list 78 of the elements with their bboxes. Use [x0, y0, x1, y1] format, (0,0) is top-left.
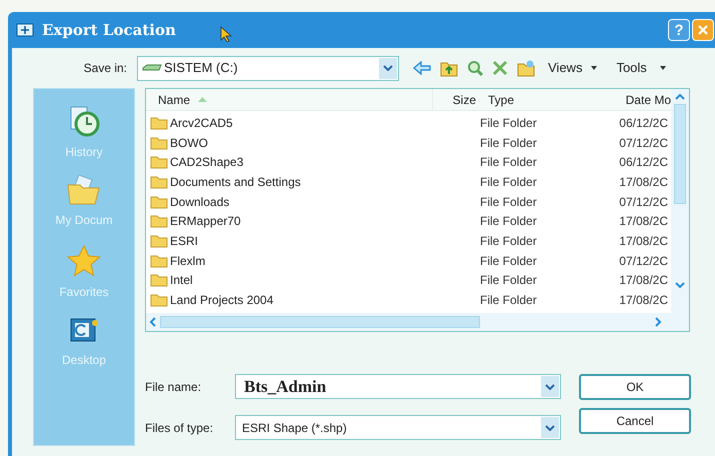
folder-icon: [150, 214, 168, 228]
window-icon: [16, 23, 34, 37]
folder-icon: [67, 175, 101, 205]
dropdown-caret-icon[interactable]: [591, 66, 598, 70]
scroll-down-icon[interactable]: [675, 282, 685, 289]
dialog-button[interactable]: Cancel: [579, 408, 691, 434]
star-icon: [66, 245, 101, 277]
file-type: File Folder: [479, 213, 538, 230]
drive-icon: [142, 63, 162, 73]
file-type-dropdown[interactable]: ESRI Shape (*.shp): [235, 415, 561, 440]
folder-icon: [150, 254, 168, 268]
file-type: File Folder: [479, 134, 538, 152]
folder-icon: [150, 194, 168, 209]
file-name-label: File name:: [145, 378, 202, 396]
file-type: File Folder: [479, 292, 538, 310]
file-name[interactable]: BOWO: [170, 134, 208, 152]
column-header[interactable]: Size: [432, 89, 476, 110]
date-modified: 07/12/2C: [618, 134, 668, 152]
tools-button[interactable]: Tools: [616, 58, 647, 78]
file-type: File Folder: [479, 194, 538, 211]
file-type-label: Files of type:: [145, 420, 214, 436]
views-button[interactable]: Views: [548, 58, 582, 78]
search-icon[interactable]: [467, 60, 483, 76]
file-type: File Folder: [479, 232, 538, 250]
file-name[interactable]: Flexlm: [170, 252, 206, 270]
scroll-thumb[interactable]: [160, 316, 480, 328]
scroll-up-icon[interactable]: [675, 93, 685, 100]
date-modified: 17/08/2C: [618, 292, 668, 310]
date-modified: 06/12/2C: [618, 154, 668, 172]
file-type: File Folder: [479, 272, 538, 290]
file-name[interactable]: Downloads: [170, 192, 230, 211]
date-modified: 07/12/2C: [618, 252, 668, 270]
close-button[interactable]: [692, 19, 714, 41]
file-name[interactable]: CAD2Shape3: [170, 153, 244, 172]
vertical-scrollbar[interactable]: [671, 89, 689, 313]
date-modified: 07/12/2C: [618, 194, 668, 211]
file-type: File Folder: [479, 174, 538, 191]
window-title: Export Location: [42, 20, 176, 41]
clock-icon: [68, 105, 100, 137]
file-name[interactable]: Land Projects 2004: [170, 291, 274, 310]
new-folder-icon[interactable]: [517, 59, 535, 77]
horizontal-scrollbar[interactable]: [146, 313, 689, 331]
folder-icon: [150, 155, 168, 170]
file-name[interactable]: ESRI: [170, 232, 198, 250]
save-in-label: Save in:: [82, 60, 128, 77]
scroll-left-icon[interactable]: [149, 317, 156, 327]
dialog-button[interactable]: OK: [579, 374, 691, 400]
folder-icon: [150, 273, 168, 288]
delete-icon[interactable]: [492, 60, 508, 76]
file-type: File Folder: [479, 114, 538, 132]
folder-icon: [150, 293, 168, 308]
file-name-combo[interactable]: Bts_Admin: [235, 374, 561, 399]
date-modified: 17/08/2C: [618, 174, 668, 191]
date-modified: 17/08/2C: [618, 272, 668, 290]
folder-icon: [150, 174, 168, 189]
date-modified: 17/08/2C: [618, 213, 668, 230]
file-name[interactable]: Arcv2CAD5: [170, 114, 233, 132]
file-type: File Folder: [479, 252, 538, 270]
folder-icon: [150, 234, 168, 248]
dropdown-caret-icon[interactable]: [660, 66, 666, 70]
date-modified: 17/08/2C: [618, 232, 668, 250]
column-header[interactable]: Type: [476, 89, 614, 110]
save-in-dropdown[interactable]: SISTEM (C:): [137, 56, 399, 80]
back-arrow-icon[interactable]: [413, 61, 431, 75]
column-header[interactable]: Date Mo: [614, 90, 671, 108]
cursor-icon: [220, 26, 232, 42]
close-icon: [697, 24, 709, 36]
file-name[interactable]: ERMapper70: [170, 212, 241, 230]
folder-icon: [150, 136, 168, 150]
file-type: File Folder: [479, 154, 538, 172]
scroll-thumb[interactable]: [674, 104, 686, 204]
column-header[interactable]: Name: [146, 90, 432, 108]
folder-icon: [150, 116, 168, 130]
file-name[interactable]: Intel: [170, 271, 193, 290]
scroll-right-icon[interactable]: [655, 317, 662, 327]
date-modified: 06/12/2C: [618, 114, 668, 132]
file-name[interactable]: Documents and Settings: [170, 172, 301, 191]
sort-arrow-icon: [198, 97, 208, 102]
